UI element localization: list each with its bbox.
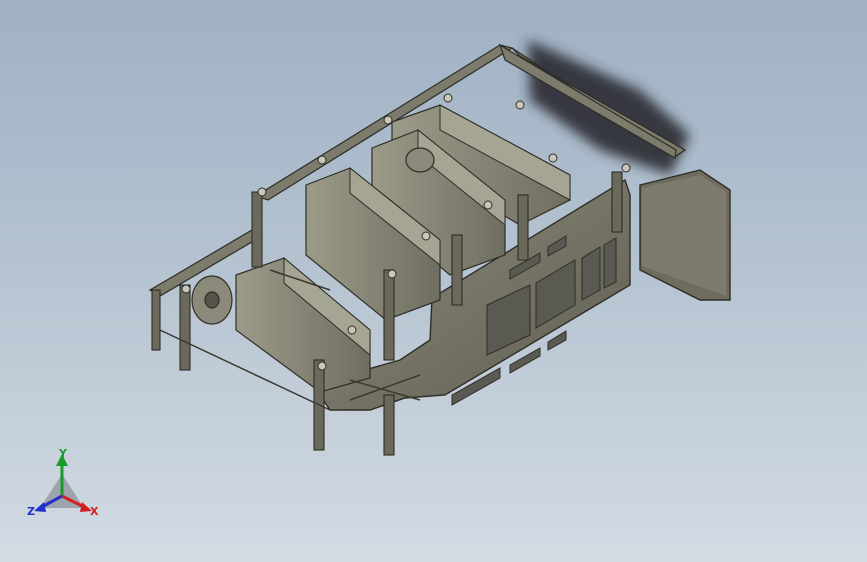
triad-x-label: X: [90, 505, 99, 518]
triad-y-label: Y: [59, 447, 67, 460]
cad-viewport[interactable]: Y X Z: [0, 0, 867, 562]
z-arrow-icon: [34, 502, 46, 512]
view-triad[interactable]: Y X Z: [24, 446, 108, 526]
triad-z-label: Z: [27, 505, 35, 518]
assembly-model[interactable]: [0, 0, 867, 562]
